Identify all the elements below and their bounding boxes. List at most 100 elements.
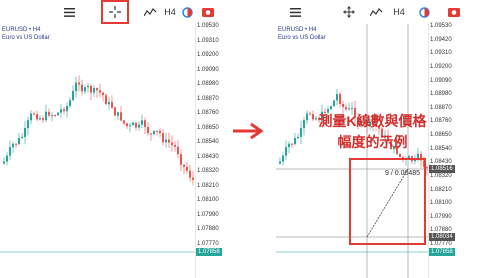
- crosshair-lower-price-badge: 1.08034: [429, 233, 455, 241]
- candle-body: [168, 139, 170, 143]
- price-label: 1.07990: [197, 211, 219, 218]
- price-label: 1.08870: [197, 95, 219, 102]
- candle-body: [333, 100, 335, 107]
- price-label: 1.08210: [197, 182, 219, 189]
- candle-body: [15, 143, 17, 145]
- candle-body: [108, 102, 110, 105]
- price-label: 1.08320: [197, 168, 219, 175]
- price-label: 1.08430: [197, 153, 219, 160]
- price-label: 1.07990: [430, 213, 452, 220]
- candle-body: [81, 84, 83, 92]
- price-label: 1.08320: [430, 172, 452, 179]
- candle-body: [189, 170, 191, 178]
- indicators-button[interactable]: [367, 3, 385, 21]
- candle-body: [138, 124, 140, 128]
- price-label: 1.09310: [197, 37, 219, 44]
- current-price-badge: 1.07858: [429, 248, 455, 256]
- candle-body: [180, 154, 182, 165]
- candle-body: [159, 130, 161, 134]
- candle-body: [129, 125, 131, 127]
- candle-body: [174, 145, 176, 147]
- current-price-badge: 1.07858: [196, 248, 222, 256]
- candle-body: [93, 88, 95, 93]
- candle-body: [288, 143, 290, 148]
- move-button[interactable]: [340, 3, 358, 21]
- price-label: 1.09530: [430, 23, 452, 29]
- screenshot-button[interactable]: [446, 3, 462, 21]
- candle-body: [87, 85, 89, 88]
- timeframe-button[interactable]: H4: [390, 3, 408, 21]
- candle-body: [162, 133, 164, 143]
- toolbar: H4: [0, 0, 223, 24]
- candle-body: [42, 118, 44, 121]
- candle-body: [45, 111, 47, 121]
- crosshair-price-badge: 1.08516: [429, 165, 455, 173]
- candle-body: [342, 104, 344, 108]
- candle-body: [330, 106, 332, 110]
- price-label: 1.09090: [197, 66, 219, 73]
- candle-body: [9, 147, 11, 156]
- annotation-text: 測量K線數與價格 幅度的示例: [310, 112, 435, 151]
- price-label: 1.07770: [430, 241, 452, 247]
- candle-body: [285, 147, 287, 156]
- candle-body: [102, 92, 104, 96]
- annotation-line-1: 測量K線數與價格: [318, 113, 427, 129]
- candle-body: [3, 161, 5, 164]
- price-label: 1.08760: [197, 110, 219, 117]
- candle-body: [303, 120, 305, 129]
- candle-body: [147, 126, 149, 134]
- price-label: 1.08100: [197, 197, 219, 204]
- candle-body: [27, 120, 29, 129]
- candlestick-chart[interactable]: [0, 24, 195, 278]
- candle-body: [177, 146, 179, 155]
- candle-body: [72, 91, 74, 101]
- candle-body: [6, 155, 8, 162]
- candle-body: [150, 133, 152, 135]
- timeframe-button[interactable]: H4: [161, 3, 179, 21]
- price-label: 1.08650: [197, 124, 219, 131]
- candle-body: [336, 94, 338, 101]
- candle-body: [135, 122, 137, 128]
- candle-body: [63, 109, 65, 112]
- price-label: 1.08870: [430, 104, 452, 111]
- candle-body: [18, 138, 20, 145]
- candle-body: [30, 113, 32, 121]
- objects-button[interactable]: [417, 3, 431, 21]
- left-chart-panel: H4 EURUSD • H4 Euro vs US Dollar 1.09530…: [0, 0, 223, 278]
- candle-body: [39, 118, 41, 120]
- candle-body: [399, 153, 401, 157]
- price-label: 1.08100: [430, 200, 452, 207]
- candle-body: [165, 139, 167, 143]
- menu-icon: [289, 7, 301, 17]
- price-label: 1.09200: [430, 63, 452, 70]
- candle-body: [21, 136, 23, 139]
- menu-button[interactable]: [286, 3, 304, 21]
- candle-body: [279, 161, 281, 164]
- candle-body: [36, 114, 38, 120]
- candle-body: [294, 138, 296, 145]
- candle-body: [90, 85, 92, 93]
- candle-body: [156, 130, 158, 132]
- price-label: 1.09420: [430, 36, 452, 43]
- candle-body: [297, 136, 299, 139]
- candle-body: [306, 113, 308, 121]
- menu-button[interactable]: [60, 3, 78, 21]
- candle-body: [345, 107, 347, 110]
- candle-body: [96, 88, 98, 91]
- indicators-button[interactable]: [141, 3, 159, 21]
- color-circle-icon: [181, 6, 193, 18]
- candle-body: [144, 120, 146, 127]
- right-arrow-icon: [233, 122, 264, 140]
- price-label: 1.09530: [197, 23, 219, 29]
- indicators-icon: [369, 8, 382, 17]
- candle-body: [60, 109, 62, 113]
- screenshot-button[interactable]: [200, 3, 216, 21]
- candle-body: [126, 123, 128, 127]
- candle-body: [66, 105, 68, 112]
- price-label: 1.09200: [197, 52, 219, 59]
- candle-body: [78, 82, 80, 85]
- objects-button[interactable]: [180, 3, 194, 21]
- candle-body: [183, 164, 185, 167]
- candle-body: [300, 128, 302, 137]
- candle-body: [84, 87, 86, 92]
